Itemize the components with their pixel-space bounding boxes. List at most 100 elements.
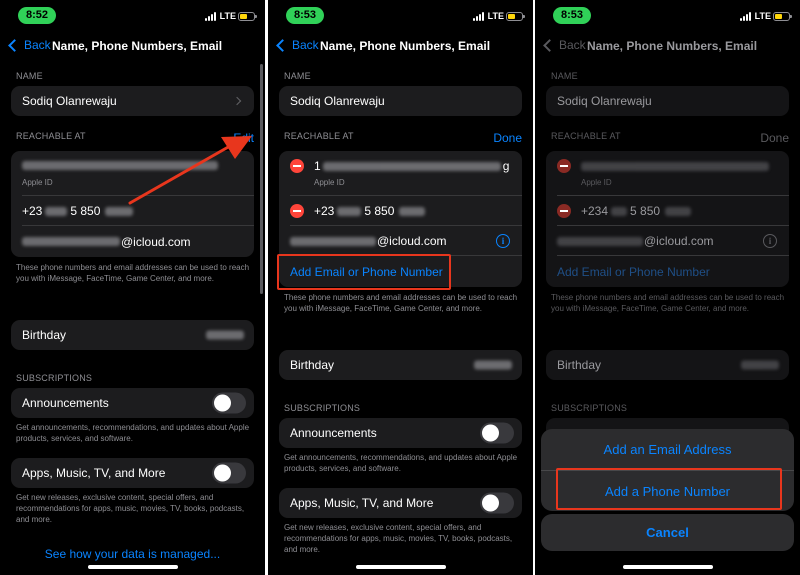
apps-row: Apps, Music, TV, and More (279, 488, 522, 518)
name-value: Sodiq Olanrewaju (22, 94, 117, 108)
birthday-group: Birthday (11, 320, 254, 350)
apps-desc: Get new releases, exclusive content, spe… (284, 523, 513, 554)
nav-bar: Back Name, Phone Numbers, Email (0, 34, 265, 60)
birthday-group: Birthday (279, 350, 522, 380)
home-indicator (622, 565, 713, 569)
announcements-label: Announcements (22, 396, 109, 410)
apple-id-prefix: 1 (314, 159, 321, 173)
signal-icon (473, 12, 486, 21)
icloud-email-row[interactable]: @icloud.com (11, 226, 254, 257)
cancel-button[interactable]: Cancel (541, 514, 794, 551)
reachable-section-label: REACHABLE AT (16, 131, 86, 141)
chevron-right-icon (232, 96, 242, 106)
apps-toggle[interactable] (212, 462, 246, 484)
delete-minus-icon[interactable] (290, 159, 304, 173)
phone-row[interactable]: +23 5 850 (279, 196, 522, 226)
birthday-row[interactable]: Birthday (279, 350, 522, 380)
apple-id-row[interactable]: 1 g Apple ID (279, 151, 522, 196)
phone-prefix: +23 (314, 204, 335, 218)
apple-id-sublabel: Apple ID (22, 178, 53, 187)
apps-toggle[interactable] (480, 492, 514, 514)
phone-mid: 5 850 (70, 204, 101, 218)
icloud-email-domain: @icloud.com (377, 234, 447, 248)
signal-icon (740, 12, 753, 21)
chevron-left-icon (8, 38, 21, 52)
status-time: 8:53 (553, 7, 591, 24)
reachable-group: Apple ID +234 5 850 @icloud.com i Add Em… (546, 151, 789, 287)
name-section-label: NAME (551, 71, 578, 81)
redacted-digits (399, 206, 426, 216)
cancel-label: Cancel (646, 525, 689, 540)
announcements-label: Announcements (290, 426, 377, 440)
icloud-email-row[interactable]: @icloud.com i (279, 226, 522, 256)
announcements-row: Announcements (11, 388, 254, 418)
apps-label: Apps, Music, TV, and More (22, 466, 166, 480)
name-section-label: NAME (16, 71, 43, 81)
network-label: LTE (754, 11, 771, 21)
info-icon[interactable]: i (763, 234, 777, 248)
red-arrow-annotation (128, 136, 252, 205)
name-row[interactable]: Sodiq Olanrewaju (11, 86, 254, 116)
reachable-footnote: These phone numbers and email addresses … (16, 263, 250, 283)
apps-desc: Get new releases, exclusive content, spe… (16, 493, 245, 524)
info-icon[interactable]: i (496, 234, 510, 248)
highlight-box-annotation (556, 468, 782, 510)
screen-editing-mode: 8:53 LTE Back Name, Phone Numbers, Email… (268, 0, 533, 575)
screen-edit-view: 8:52 LTE Back Name, Phone Numbers, Email… (0, 0, 265, 575)
done-button[interactable]: Done (493, 131, 522, 145)
redacted-email (322, 162, 501, 171)
announcements-group: Announcements (11, 388, 254, 418)
announcements-desc: Get announcements, recommendations, and … (16, 423, 250, 443)
back-label: Back (24, 38, 51, 52)
apple-id-sublabel: Apple ID (314, 178, 345, 187)
add-email-address-button[interactable]: Add an Email Address (541, 429, 794, 469)
page-title: Name, Phone Numbers, Email (52, 39, 223, 53)
redacted-birthday (741, 360, 779, 370)
apple-id-row[interactable]: Apple ID (546, 151, 789, 196)
back-button[interactable]: Back (541, 38, 586, 52)
name-row[interactable]: Sodiq Olanrewaju (546, 86, 789, 116)
redacted-email (581, 162, 769, 171)
name-section-label: NAME (284, 71, 311, 81)
icloud-email-row[interactable]: @icloud.com i (546, 226, 789, 256)
battery-icon (506, 12, 525, 21)
apple-id-sublabel: Apple ID (581, 178, 612, 187)
reachable-section-label: REACHABLE AT (551, 131, 621, 141)
data-managed-link[interactable]: See how your data is managed... (0, 547, 265, 561)
status-bar: 8:53 LTE (535, 0, 800, 30)
delete-minus-icon[interactable] (290, 204, 304, 218)
highlight-box-annotation (277, 254, 451, 290)
back-button[interactable]: Back (274, 38, 319, 52)
icloud-email-domain: @icloud.com (121, 234, 191, 249)
phone-mid: 5 850 (630, 204, 661, 218)
back-button[interactable]: Back (6, 38, 51, 52)
subscriptions-section-label: SUBSCRIPTIONS (284, 403, 361, 413)
announcements-toggle[interactable] (480, 422, 514, 444)
add-email-or-phone-label: Add Email or Phone Number (557, 264, 710, 279)
apps-group: Apps, Music, TV, and More (279, 488, 522, 518)
announcements-toggle[interactable] (212, 392, 246, 414)
birthday-row[interactable]: Birthday (546, 350, 789, 380)
delete-minus-icon[interactable] (557, 159, 571, 173)
delete-minus-icon[interactable] (557, 204, 571, 218)
apps-group: Apps, Music, TV, and More (11, 458, 254, 488)
redacted-digits (45, 206, 68, 216)
apps-row: Apps, Music, TV, and More (11, 458, 254, 488)
add-email-or-phone-row[interactable]: Add Email or Phone Number (546, 256, 789, 287)
birthday-label: Birthday (22, 328, 67, 342)
name-row[interactable]: Sodiq Olanrewaju (279, 86, 522, 116)
reachable-section-label: REACHABLE AT (284, 131, 354, 141)
battery-icon (773, 12, 792, 21)
announcements-desc: Get announcements, recommendations, and … (284, 453, 518, 473)
battery-icon (238, 12, 257, 21)
announcements-group: Announcements (279, 418, 522, 448)
name-group: Sodiq Olanrewaju (279, 86, 522, 116)
birthday-group: Birthday (546, 350, 789, 380)
back-label: Back (559, 38, 586, 52)
done-button[interactable]: Done (760, 131, 789, 145)
phone-row[interactable]: +234 5 850 (546, 196, 789, 226)
phone-prefix: +23 (22, 204, 43, 218)
birthday-row[interactable]: Birthday (11, 320, 254, 350)
redacted-digits (665, 206, 692, 216)
page-title: Name, Phone Numbers, Email (587, 39, 758, 53)
